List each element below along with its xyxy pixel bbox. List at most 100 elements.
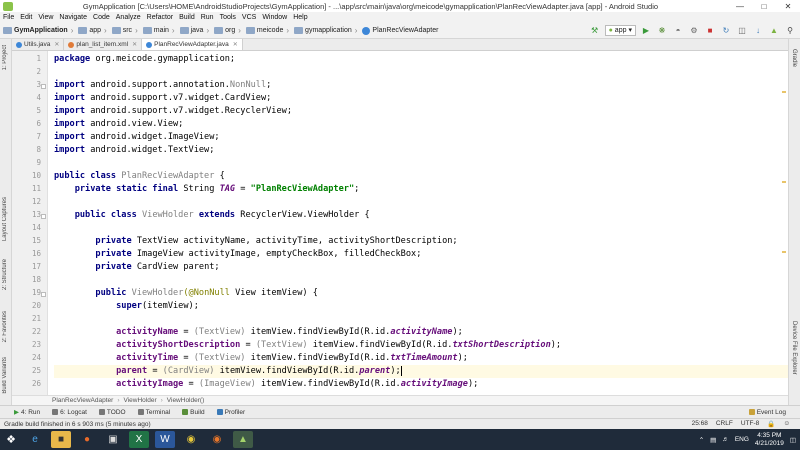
run-config-select[interactable]: ● app ▾ (604, 24, 636, 36)
breadcrumb-item[interactable]: ViewHolder() (167, 397, 204, 404)
caret-position[interactable]: 25:68 (692, 420, 708, 428)
tool-structure[interactable]: 2: Structure (2, 259, 8, 290)
run-icon: ▶ (14, 409, 19, 416)
code-editor[interactable]: 1 2 3 4 5 6 7 8 9 10 11 12 13 14 15 16 1… (12, 51, 788, 395)
clock[interactable]: 4:35 PM 4/21/2019 (755, 432, 784, 448)
windows-start-icon[interactable]: ❖ (0, 429, 22, 450)
firefox-icon[interactable]: ◉ (207, 431, 227, 448)
file-encoding[interactable]: UTF-8 (741, 420, 759, 428)
tab-plan-rec-view-adapter[interactable]: PlanRecViewAdapter.java ✕ (142, 39, 243, 50)
menu-navigate[interactable]: Navigate (59, 14, 87, 21)
lock-icon[interactable]: 🔒 (767, 420, 775, 428)
nav-crumb-file[interactable]: PlanRecViewAdapter (362, 26, 438, 35)
error-stripe-mark[interactable] (782, 251, 786, 253)
inspector-icon[interactable]: ☺ (783, 420, 790, 428)
code-line: activityImage = (ImageView) itemView.fin… (116, 379, 479, 389)
store-icon[interactable]: ▣ (103, 431, 123, 448)
tool-gradle[interactable]: Gradle (791, 49, 797, 67)
tool-logcat[interactable]: 6: Logcat (52, 409, 87, 416)
line-separator[interactable]: CRLF (716, 420, 733, 428)
left-tool-strip: 1: Project Layout Captures 2: Structure … (0, 39, 12, 405)
fold-marker-icon[interactable] (41, 292, 46, 297)
close-tab-icon[interactable]: ✕ (233, 41, 238, 48)
tool-todo[interactable]: TODO (98, 409, 126, 416)
main-toolbar: ⚒ ● app ▾ ▶ ❋ ◓ ⚙ ■ ↻ ◫ ↓ ▲ ⚲ (589, 24, 796, 36)
code-area[interactable]: package org.meicode.gymapplication; impo… (54, 51, 788, 395)
tool-project[interactable]: 1: Project (2, 45, 8, 70)
avd-manager-icon[interactable]: ◫ (736, 24, 748, 36)
tool-terminal[interactable]: Terminal (137, 409, 170, 416)
android-profiler-icon[interactable]: ▲ (768, 24, 780, 36)
menu-window[interactable]: Window (262, 14, 287, 21)
search-icon[interactable]: ⚲ (784, 24, 796, 36)
nav-crumb-java[interactable]: java › (179, 26, 213, 35)
menu-vcs[interactable]: VCS (242, 14, 256, 21)
nav-crumb-meicode[interactable]: meicode › (245, 26, 292, 35)
code-line: import android.support.annotation.NonNul… (54, 80, 272, 90)
nav-crumb-org[interactable]: org › (214, 26, 244, 35)
fold-marker-icon[interactable] (41, 214, 46, 219)
close-icon[interactable]: ✕ (776, 0, 800, 12)
menu-help[interactable]: Help (293, 14, 307, 21)
menu-code[interactable]: Code (93, 14, 110, 21)
breadcrumb-item[interactable]: PlanRecViewAdapter (52, 397, 113, 404)
close-tab-icon[interactable]: ✕ (132, 41, 137, 48)
tool-event-log[interactable]: Event Log (748, 409, 786, 416)
menu-analyze[interactable]: Analyze (116, 14, 141, 21)
menu-run[interactable]: Run (201, 14, 214, 21)
excel-icon[interactable]: X (129, 431, 149, 448)
nav-crumb-gymapplication[interactable]: gymapplication › (294, 26, 360, 35)
android-studio-taskbar-icon[interactable]: ▲ (233, 431, 253, 448)
nav-crumb-app[interactable]: app › (78, 26, 109, 35)
menu-edit[interactable]: Edit (20, 14, 32, 21)
language-indicator[interactable]: ENG (735, 436, 749, 443)
fold-marker-icon[interactable] (41, 84, 46, 89)
tool-device-file-explorer[interactable]: Device File Explorer (791, 321, 797, 375)
menu-tools[interactable]: Tools (220, 14, 236, 21)
tool-layout-captures[interactable]: Layout Captures (2, 197, 8, 241)
file-explorer-icon[interactable]: ■ (51, 431, 71, 448)
hammer-icon[interactable]: ⚒ (589, 24, 601, 36)
menu-file[interactable]: File (3, 14, 14, 21)
code-line-current: parent = (CardView) itemView.findViewByI… (54, 365, 788, 378)
ie-icon[interactable]: e (25, 431, 45, 448)
close-tab-icon[interactable]: ✕ (54, 41, 59, 48)
sync-icon[interactable]: ↻ (720, 24, 732, 36)
breadcrumb-item[interactable]: ViewHolder (123, 397, 156, 404)
word-icon[interactable]: W (155, 431, 175, 448)
tab-plan-list-item[interactable]: plan_list_item.xml ✕ (64, 39, 143, 50)
sdk-manager-icon[interactable]: ↓ (752, 24, 764, 36)
tool-profiler[interactable]: Profiler (216, 409, 245, 416)
tray-up-icon[interactable]: ⌃ (699, 436, 704, 444)
volume-icon[interactable]: ♬ (722, 436, 729, 443)
notifications-icon[interactable]: ◫ (790, 436, 796, 444)
tool-run[interactable]: ▶ 4: Run (14, 408, 40, 417)
code-line: private ImageView activityImage, emptyCh… (95, 249, 422, 259)
code-line: import android.widget.ImageView; (54, 132, 220, 142)
nav-crumb-project[interactable]: GymApplication › (3, 26, 76, 35)
stop-icon[interactable]: ■ (704, 24, 716, 36)
attach-debugger-icon[interactable]: ⚙ (688, 24, 700, 36)
tool-build[interactable]: Build (182, 409, 205, 416)
nav-crumb-main[interactable]: main › (142, 26, 178, 35)
minimize-icon[interactable]: — (728, 0, 752, 12)
menu-view[interactable]: View (38, 14, 53, 21)
build-icon (182, 409, 189, 415)
tool-build-variants[interactable]: Build Variants (2, 357, 8, 394)
nav-crumb-src[interactable]: src › (111, 26, 141, 35)
debug-icon[interactable]: ❋ (656, 24, 668, 36)
maximize-icon[interactable]: □ (752, 0, 776, 12)
error-stripe-mark[interactable] (782, 91, 786, 93)
profile-icon[interactable]: ◓ (672, 24, 684, 36)
tool-favorites[interactable]: 2: Favorites (2, 311, 8, 342)
error-stripe-mark[interactable] (782, 181, 786, 183)
media-player-icon[interactable]: ● (77, 431, 97, 448)
todo-icon (98, 409, 105, 415)
chrome-icon[interactable]: ◉ (181, 431, 201, 448)
menu-build[interactable]: Build (179, 14, 195, 21)
network-icon[interactable]: ▤ (710, 436, 716, 444)
run-icon[interactable]: ▶ (640, 24, 652, 36)
tab-utils[interactable]: Utils.java ✕ (12, 39, 65, 50)
code-line: import android.view.View; (54, 119, 184, 129)
menu-refactor[interactable]: Refactor (147, 14, 173, 21)
